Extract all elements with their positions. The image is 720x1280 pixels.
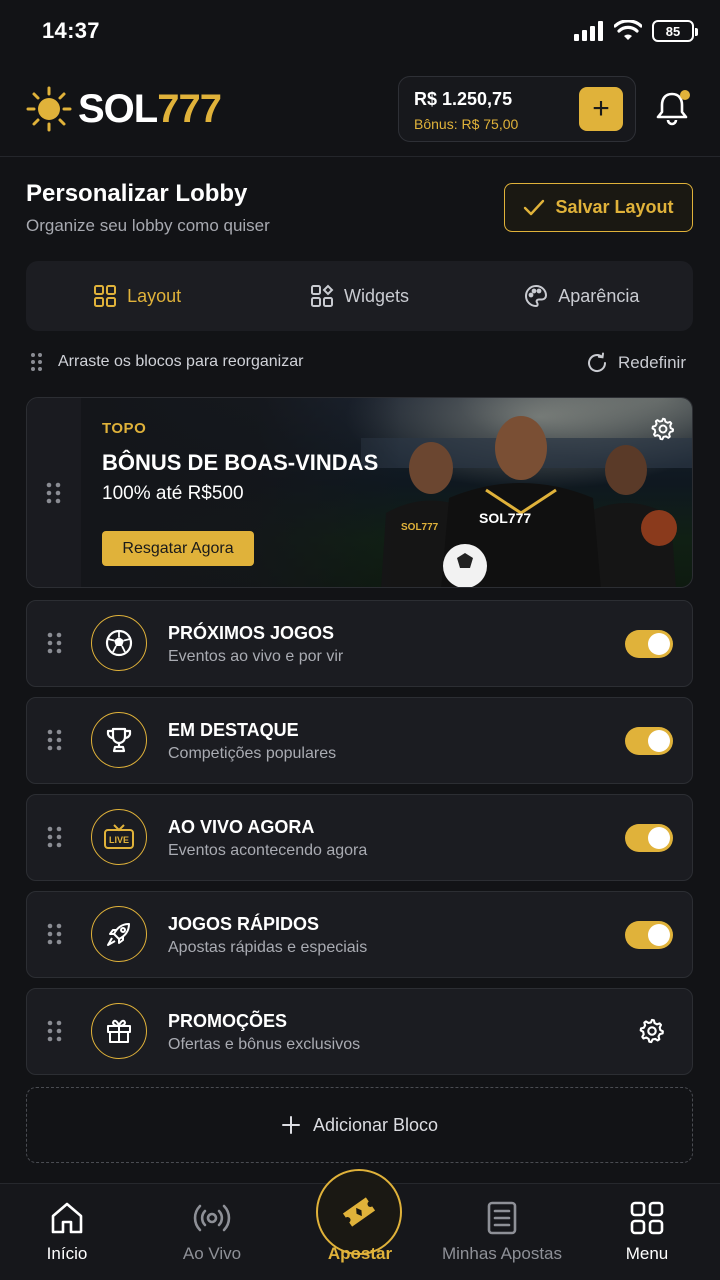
block-featured[interactable]: EM DESTAQUE Competições populares <box>26 697 693 784</box>
tab-widgets[interactable]: Widgets <box>248 261 470 331</box>
block-toggle[interactable] <box>625 630 673 658</box>
block-settings-button[interactable] <box>638 1017 666 1050</box>
save-layout-button[interactable]: Salvar Layout <box>504 183 693 232</box>
palette-icon <box>525 284 548 308</box>
tab-layout[interactable]: Layout <box>26 261 248 331</box>
refresh-icon <box>587 352 606 372</box>
nav-bet-label: Apostar <box>327 1244 393 1263</box>
block-title: AO VIVO AGORA <box>168 817 315 837</box>
status-time: 14:37 <box>42 18 100 43</box>
add-block-button[interactable]: Adicionar Bloco <box>26 1087 693 1163</box>
block-title: EM DESTAQUE <box>168 720 299 740</box>
nav-menu[interactable]: Menu <box>575 1184 719 1280</box>
reset-button[interactable]: Redefinir <box>586 352 686 374</box>
logo-text-num: 777 <box>157 86 222 131</box>
block-live-now[interactable]: LIVE AO VIVO AGORA Eventos acontecendo a… <box>26 794 693 881</box>
logo[interactable]: SOL777 <box>26 86 222 132</box>
broadcast-icon <box>193 1204 231 1232</box>
soccer-ball-icon <box>105 629 133 657</box>
block-upcoming-games[interactable]: PRÓXIMOS JOGOS Eventos ao vivo e por vir <box>26 600 693 687</box>
drag-handle-icon[interactable] <box>47 728 63 752</box>
block-title: PRÓXIMOS JOGOS <box>168 623 335 643</box>
ticket-icon <box>342 1197 376 1227</box>
block-icon <box>91 712 147 768</box>
banner-position-tag: TOPO <box>102 420 147 437</box>
nav-bet-button[interactable] <box>316 1169 402 1255</box>
tab-bar: Layout Widgets Aparência <box>26 261 693 331</box>
notifications-button[interactable] <box>652 88 692 128</box>
live-tv-label: LIVE <box>109 835 129 845</box>
nav-home[interactable]: Início <box>0 1184 139 1280</box>
drag-dots-icon <box>31 353 42 371</box>
block-title: JOGOS RÁPIDOS <box>168 914 320 934</box>
block-quick-games[interactable]: JOGOS RÁPIDOS Apostas rápidas e especiai… <box>26 891 693 978</box>
block-subtitle: Competições populares <box>168 745 337 762</box>
logo-text-sol: SOL <box>78 86 158 131</box>
block-icon: LIVE <box>91 809 147 865</box>
drag-handle-icon[interactable] <box>47 825 63 849</box>
block-toggle[interactable] <box>625 824 673 852</box>
block-subtitle: Eventos ao vivo e por vir <box>168 648 344 665</box>
claim-bonus-button[interactable]: Resgatar Agora <box>102 531 254 566</box>
widgets-icon <box>310 284 334 307</box>
page-title: Personalizar Lobby <box>26 180 248 207</box>
balance-amount: R$ 1.250,75 <box>414 89 513 109</box>
receipt-icon <box>487 1201 517 1235</box>
battery-indicator: 85 <box>652 20 698 42</box>
block-icon <box>91 615 147 671</box>
block-icon <box>91 1003 147 1059</box>
nav-my-bets[interactable]: Minhas Apostas <box>430 1184 574 1280</box>
gift-icon <box>107 1019 131 1043</box>
home-icon <box>51 1202 83 1234</box>
svg-text:SOL777: SOL777 <box>479 510 531 526</box>
block-toggle[interactable] <box>625 727 673 755</box>
layout-grid-icon <box>94 285 117 307</box>
gear-icon <box>639 1018 664 1044</box>
block-toggle[interactable] <box>625 921 673 949</box>
drag-handle-icon[interactable] <box>47 922 63 946</box>
tab-appearance[interactable]: Aparência <box>471 261 693 331</box>
block-icon <box>91 906 147 962</box>
rocket-icon <box>107 923 130 946</box>
notification-badge <box>680 90 690 100</box>
drag-handle-icon[interactable] <box>47 1019 63 1043</box>
bonus-amount: Bônus: R$ 75,00 <box>414 116 519 132</box>
wifi-icon <box>614 20 642 40</box>
page-subtitle: Organize seu lobby como quiser <box>26 216 270 235</box>
sun-icon <box>26 86 72 132</box>
grid-menu-icon <box>630 1201 664 1235</box>
banner-block[interactable]: SOL777 SOL777 TOPO BÔNUS DE BOAS-VINDAS … <box>26 397 693 588</box>
add-funds-button[interactable]: + <box>579 87 623 131</box>
drag-handle-icon[interactable] <box>47 631 63 655</box>
check-icon <box>524 199 545 215</box>
block-subtitle: Eventos acontecendo agora <box>168 842 368 859</box>
signal-icon <box>574 21 603 41</box>
banner-title: BÔNUS DE BOAS-VINDAS <box>102 450 379 475</box>
drag-hint: Arraste os blocos para reorganizar <box>30 352 303 372</box>
jersey-text: SOL777 <box>401 522 439 533</box>
block-title: PROMOÇÕES <box>168 1011 288 1031</box>
drag-handle[interactable] <box>27 398 81 587</box>
status-icons: 85 <box>574 20 698 42</box>
gear-icon <box>651 417 675 441</box>
nav-live[interactable]: Ao Vivo <box>140 1184 284 1280</box>
block-subtitle: Ofertas e bônus exclusivos <box>168 1036 361 1053</box>
plus-icon <box>281 1116 300 1134</box>
trophy-icon <box>106 727 132 753</box>
block-promotions[interactable]: PROMOÇÕES Ofertas e bônus exclusivos <box>26 988 693 1075</box>
block-subtitle: Apostas rápidas e especiais <box>168 939 368 956</box>
drag-dots-icon <box>46 482 61 503</box>
banner-settings-button[interactable] <box>650 416 676 447</box>
header-divider <box>0 156 720 157</box>
live-tv-icon: LIVE <box>104 824 134 849</box>
banner-subtitle: 100% até R$500 <box>102 483 244 504</box>
wallet-card[interactable]: R$ 1.250,75 Bônus: R$ 75,00 + <box>398 76 636 142</box>
